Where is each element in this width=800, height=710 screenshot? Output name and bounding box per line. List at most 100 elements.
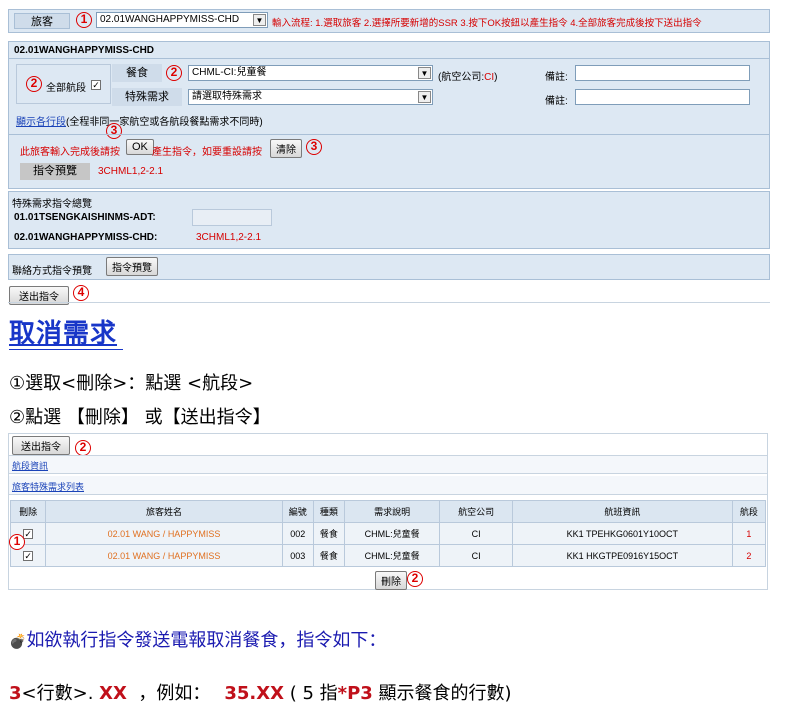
passenger-label: 旅客 xyxy=(14,13,70,29)
airline-info: (航空公司:CI) xyxy=(438,68,497,83)
done-text: 此旅客輸入完成後請按 xyxy=(20,147,120,158)
command-line: 3<行數>. XX ，例如： 35.XX ( 5 指*P3 顯示餐食的行數) xyxy=(9,679,512,705)
section-title: 02.01WANGHAPPYMISS-CHD xyxy=(14,45,155,56)
circle-1b: 1 xyxy=(9,534,25,550)
row-airline: CI xyxy=(439,522,513,545)
divider xyxy=(8,58,770,59)
cmd-xx: XX xyxy=(99,683,127,704)
row-flight: KK1 HKGTPE0916Y15OCT xyxy=(511,544,733,567)
table-header-row: 刪除 旅客姓名 編號 種類 需求說明 航空公司 航班資訊 航段 xyxy=(9,500,767,523)
row-seg: 2 xyxy=(731,544,767,567)
all-segments-label: 全部航段 xyxy=(46,83,86,94)
col-name: 旅客姓名 xyxy=(45,500,283,523)
cmd-example: ，例如： xyxy=(126,683,211,704)
col-delete: 刪除 xyxy=(9,500,47,523)
summary-title: 特殊需求指令總覽 xyxy=(12,199,92,210)
circle-3: 3 xyxy=(106,123,122,139)
remark-label-1: 備註: xyxy=(545,72,568,83)
summary-row-1-value-box xyxy=(192,209,272,226)
remark-input-2[interactable] xyxy=(575,89,750,105)
ssr-table: 刪除 旅客姓名 編號 種類 需求說明 航空公司 航班資訊 航段 ✓ 02.01 … xyxy=(9,500,767,567)
col-desc: 需求說明 xyxy=(343,500,441,523)
table-row[interactable]: ✓ 02.01 WANG / HAPPYMISS 003 餐食 CHML:兒童餐… xyxy=(9,544,767,567)
ssr-list-link[interactable]: 旅客特殊需求列表 xyxy=(12,480,84,493)
cmd-prefix: 3 xyxy=(9,683,22,704)
bomb-icon: 💣 xyxy=(9,633,27,649)
step-1: ①選取<刪除>：點選 <航段> xyxy=(9,373,254,394)
circle-3b: 3 xyxy=(306,139,322,155)
special-select[interactable]: 請選取特殊需求 ▼ xyxy=(188,89,433,105)
summary-row-2-name: 02.01WANGHAPPYMISS-CHD: xyxy=(14,232,158,243)
clear-button[interactable]: 清除 xyxy=(270,139,302,158)
note-text: 如欲執行指令發送電報取消餐食，指令如下： xyxy=(26,630,387,651)
ssr-list-bar xyxy=(9,476,767,495)
step-2: ②點選 【刪除】 或【送出指令】 xyxy=(9,407,271,428)
col-type: 種類 xyxy=(312,500,345,523)
row-desc: CHML:兒童餐 xyxy=(343,544,441,567)
circle-1: 1 xyxy=(76,12,92,28)
delete-checkbox[interactable]: ✓ xyxy=(23,550,34,561)
delete-button[interactable]: 刪除 xyxy=(375,571,407,590)
cmd-p3: *P3 xyxy=(337,683,373,704)
show-segments-link[interactable]: 顯示各行段 xyxy=(16,117,66,128)
row-no: 002 xyxy=(281,522,314,545)
col-airline: 航空公司 xyxy=(439,500,513,523)
meal-select-value: CHML-CI:兒童餐 xyxy=(192,67,267,78)
airline-prefix: (航空公司: xyxy=(438,72,485,83)
table-row[interactable]: ✓ 02.01 WANG / HAPPYMISS 002 餐食 CHML:兒童餐… xyxy=(9,522,767,545)
show-segments-row: 顯示各行段(全程非同一家航空或各航段餐點需求不同時) xyxy=(16,113,263,128)
col-flight: 航班資訊 xyxy=(511,500,733,523)
top-bottom-line xyxy=(8,302,770,303)
row-desc: CHML:兒童餐 xyxy=(343,522,441,545)
show-segments-note: (全程非同一家航空或各航段餐點需求不同時) xyxy=(66,117,263,128)
chevron-down-icon[interactable]: ▼ xyxy=(418,91,431,103)
remark-input-1[interactable] xyxy=(575,65,750,81)
row-flight: KK1 TPEHKG0601Y10OCT xyxy=(511,522,733,545)
chevron-down-icon[interactable]: ▼ xyxy=(418,67,431,79)
all-segments-checkbox[interactable]: ✓ xyxy=(91,80,101,90)
row-name: 02.01 WANG / HAPPYMISS xyxy=(45,522,283,545)
meal-select[interactable]: CHML-CI:兒童餐 ▼ xyxy=(188,65,433,81)
meal-label: 餐食 xyxy=(112,64,162,82)
airline-suffix: ) xyxy=(494,72,498,83)
preview-value: 3CHML1,2-2.1 xyxy=(98,166,164,177)
circle-2b: 2 xyxy=(166,65,182,81)
special-label: 特殊需求 xyxy=(112,88,182,106)
cmd-paren-open: ( 5 指 xyxy=(284,683,338,704)
preview-label: 指令預覽 xyxy=(20,163,90,180)
airline-code: CI xyxy=(484,72,495,83)
passenger-select[interactable]: 02.01WANGHAPPYMISS-CHD ▼ xyxy=(96,12,268,28)
circle-2c: 2 xyxy=(75,440,91,456)
segment-info-bar xyxy=(9,455,767,474)
row-type: 餐食 xyxy=(312,544,345,567)
ok-button[interactable]: OK xyxy=(126,139,154,155)
ok-row-divider xyxy=(8,134,770,135)
circle-2: 2 xyxy=(26,76,42,92)
note-line: 💣如欲執行指令發送電報取消餐食，指令如下： xyxy=(9,626,386,652)
chevron-down-icon[interactable]: ▼ xyxy=(253,14,266,26)
delete-checkbox[interactable]: ✓ xyxy=(23,528,34,539)
contact-preview-button[interactable]: 指令預覽 xyxy=(106,257,158,276)
cmd-paren-rest: 顯示餐食的行數) xyxy=(372,683,512,704)
row-type: 餐食 xyxy=(312,522,345,545)
row-name: 02.01 WANG / HAPPYMISS xyxy=(45,544,283,567)
page-heading: 取消需求 xyxy=(9,318,118,348)
send-command-button-2[interactable]: 送出指令 xyxy=(12,436,70,455)
row-seg: 1 xyxy=(731,522,767,545)
passenger-select-value: 02.01WANGHAPPYMISS-CHD xyxy=(100,14,240,25)
cmd-ex-value: 35.XX xyxy=(224,683,285,704)
flow-instructions: 輸入流程: 1.選取旅客 2.選擇所要新增的SSR 3.按下OK按鈕以產生指令 … xyxy=(272,18,702,29)
circle-4: 4 xyxy=(73,285,89,301)
row-no: 003 xyxy=(281,544,314,567)
contact-label: 聯絡方式指令預覽 xyxy=(12,266,92,277)
circle-2d: 2 xyxy=(407,571,423,587)
row-airline: CI xyxy=(439,544,513,567)
remark-label-2: 備註: xyxy=(545,96,568,107)
segment-info-link[interactable]: 航段資訊 xyxy=(12,459,48,472)
cmd-middle: <行數>. xyxy=(21,683,100,704)
reset-text: 產生指令，如要重設請按 xyxy=(152,147,262,158)
col-seg: 航段 xyxy=(731,500,767,523)
heading-rule xyxy=(9,349,123,350)
summary-row-2-value: 3CHML1,2-2.1 xyxy=(196,232,262,243)
special-select-value: 請選取特殊需求 xyxy=(192,91,262,102)
